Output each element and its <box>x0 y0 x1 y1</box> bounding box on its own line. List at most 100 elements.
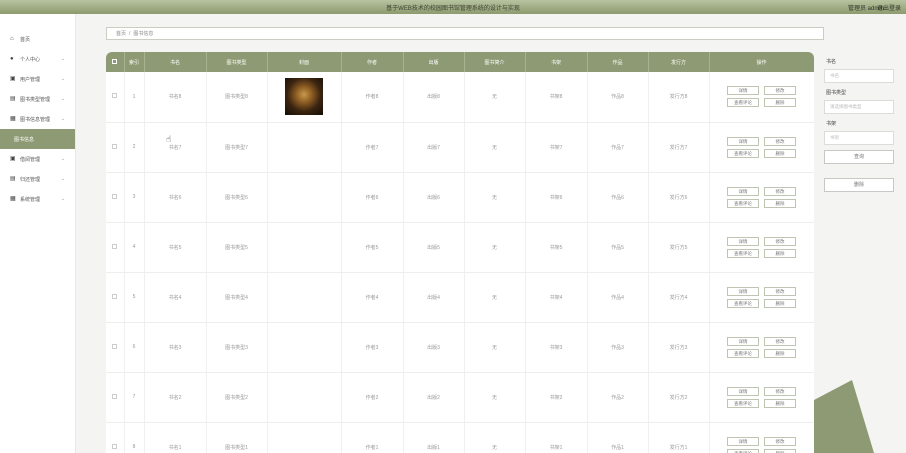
book-table-container: 索引 书名 图书类型 封面 作者 出版 图书简介 书架 作品 发行方 操作 1 书名8 图书类型8 … <box>106 52 814 453</box>
press-cell: 出版4 <box>403 272 465 323</box>
delete-button[interactable]: 删除 <box>764 348 796 358</box>
view-reviews-button[interactable]: 查看评论 <box>727 298 759 308</box>
sidebar-item-7[interactable]: ▤ 归还管理 ⌄ <box>0 169 75 189</box>
list-icon: ▤ <box>10 95 16 102</box>
detail-button[interactable]: 详情 <box>727 86 759 96</box>
row-select-cell <box>106 222 125 273</box>
edit-button[interactable]: 修改 <box>764 186 796 196</box>
row-checkbox[interactable] <box>112 443 118 449</box>
sidebar-item-8[interactable]: ▦ 系统管理 ⌄ <box>0 189 75 209</box>
row-checkbox[interactable] <box>112 143 118 149</box>
cover-cell <box>267 322 342 373</box>
shelf-cell: 书架7 <box>525 122 588 173</box>
edit-button[interactable]: 修改 <box>764 386 796 396</box>
row-select-cell <box>106 322 125 373</box>
view-reviews-button[interactable]: 查看评论 <box>727 248 759 258</box>
chevron-down-icon: ⌄ <box>60 156 65 162</box>
detail-button[interactable]: 详情 <box>727 386 759 396</box>
press-cell: 出版3 <box>403 322 465 373</box>
type-cell: 图书类型4 <box>206 272 268 323</box>
table-row: 6 书名3 图书类型3 作者3 出版3 无 书架3 作品3 发行方3 详情 修改… <box>106 322 814 373</box>
column-header: 封面 <box>267 52 342 72</box>
sidebar-item-2[interactable]: ▣ 用户管理 ⌄ <box>0 69 75 89</box>
select-all-checkbox[interactable] <box>112 58 118 64</box>
view-reviews-button[interactable]: 查看评论 <box>727 398 759 408</box>
sidebar-item-4[interactable]: ▦ 图书信息管理 ⌄ <box>0 109 75 129</box>
view-reviews-button[interactable]: 查看评论 <box>727 198 759 208</box>
delete-button[interactable]: 删除 <box>764 98 796 108</box>
cover-cell <box>267 272 342 323</box>
name-cell: 书名5 <box>144 222 207 273</box>
shelf-filter-input[interactable]: 书架 <box>824 131 894 145</box>
logout-button[interactable]: 退出登录 <box>877 3 901 12</box>
row-checkbox[interactable] <box>112 293 118 299</box>
view-reviews-button[interactable]: 查看评论 <box>727 348 759 358</box>
index-cell: 5 <box>124 272 145 323</box>
detail-button[interactable]: 详情 <box>727 136 759 146</box>
breadcrumb-home[interactable]: 首页 <box>116 30 126 37</box>
detail-button[interactable]: 详情 <box>727 236 759 246</box>
column-header: 发行方 <box>648 52 710 72</box>
chevron-down-icon: ⌄ <box>60 116 65 122</box>
detail-button[interactable]: 详情 <box>727 286 759 296</box>
detail-button[interactable]: 详情 <box>727 186 759 196</box>
work-cell: 作品5 <box>587 222 649 273</box>
name-filter-input[interactable]: 书名 <box>824 69 894 83</box>
row-checkbox[interactable] <box>112 393 118 399</box>
delete-button[interactable]: 删除 <box>764 398 796 408</box>
name-cell: 书名6 <box>144 172 207 223</box>
sidebar-item-5[interactable]: 图书信息 <box>0 129 75 149</box>
detail-button[interactable]: 详情 <box>727 436 759 446</box>
index-cell: 8 <box>124 422 145 453</box>
table-row: 2 书名7 图书类型7 作者7 出版7 无 书架7 作品7 发行方7 详情 修改… <box>106 122 814 173</box>
issuer-cell: 发行方2 <box>648 372 710 423</box>
shelf-cell: 书架6 <box>525 172 588 223</box>
delete-button[interactable]: 删除 <box>764 248 796 258</box>
name-filter-label: 书名 <box>826 59 837 65</box>
cover-cell <box>267 122 342 173</box>
edit-button[interactable]: 修改 <box>764 136 796 146</box>
work-cell: 作品3 <box>587 322 649 373</box>
delete-button[interactable]: 删除 <box>764 448 796 453</box>
index-cell: 2 <box>124 122 145 173</box>
book-cover-image <box>285 78 323 116</box>
sidebar-item-1[interactable]: ● 个人中心 ⌄ <box>0 49 75 69</box>
sidebar-item-label: 归还管理 <box>20 176 41 183</box>
delete-button[interactable]: 删除 <box>764 298 796 308</box>
issuer-cell: 发行方3 <box>648 322 710 373</box>
press-cell: 出版1 <box>403 422 465 453</box>
batch-delete-button[interactable]: 删除 <box>824 178 894 192</box>
chevron-down-icon: ⌄ <box>60 76 65 82</box>
column-header: 作品 <box>587 52 649 72</box>
edit-button[interactable]: 修改 <box>764 336 796 346</box>
view-reviews-button[interactable]: 查看评论 <box>727 148 759 158</box>
search-button[interactable]: 查询 <box>824 150 894 164</box>
table-row: 5 书名4 图书类型4 作者4 出版4 无 书架4 作品4 发行方4 详情 修改… <box>106 272 814 323</box>
edit-button[interactable]: 修改 <box>764 86 796 96</box>
shelf-cell: 书架5 <box>525 222 588 273</box>
row-select-cell <box>106 372 125 423</box>
author-cell: 作者4 <box>341 272 404 323</box>
sidebar-item-label: 图书类型管理 <box>20 96 51 103</box>
type-filter-select[interactable]: 请选择图书类型 <box>824 100 894 114</box>
detail-button[interactable]: 详情 <box>727 336 759 346</box>
row-checkbox[interactable] <box>112 243 118 249</box>
edit-button[interactable]: 修改 <box>764 436 796 446</box>
cover-cell <box>267 372 342 423</box>
delete-button[interactable]: 删除 <box>764 148 796 158</box>
row-checkbox[interactable] <box>112 343 118 349</box>
delete-button[interactable]: 删除 <box>764 198 796 208</box>
row-checkbox[interactable] <box>112 193 118 199</box>
sidebar-item-3[interactable]: ▤ 图书类型管理 ⌄ <box>0 89 75 109</box>
edit-button[interactable]: 修改 <box>764 236 796 246</box>
app-title: 基于WEB技术的校园图书馆管理系统的设计与实现 <box>386 6 520 12</box>
sidebar-item-0[interactable]: ⌂ 首页 <box>0 29 75 49</box>
sidebar-item-label: 借阅管理 <box>20 156 41 163</box>
name-cell: 书名3 <box>144 322 207 373</box>
view-reviews-button[interactable]: 查看评论 <box>727 448 759 453</box>
shelf-cell: 书架3 <box>525 322 588 373</box>
edit-button[interactable]: 修改 <box>764 286 796 296</box>
view-reviews-button[interactable]: 查看评论 <box>727 98 759 108</box>
sidebar-item-6[interactable]: ▣ 借阅管理 ⌄ <box>0 149 75 169</box>
row-checkbox[interactable] <box>112 93 118 99</box>
